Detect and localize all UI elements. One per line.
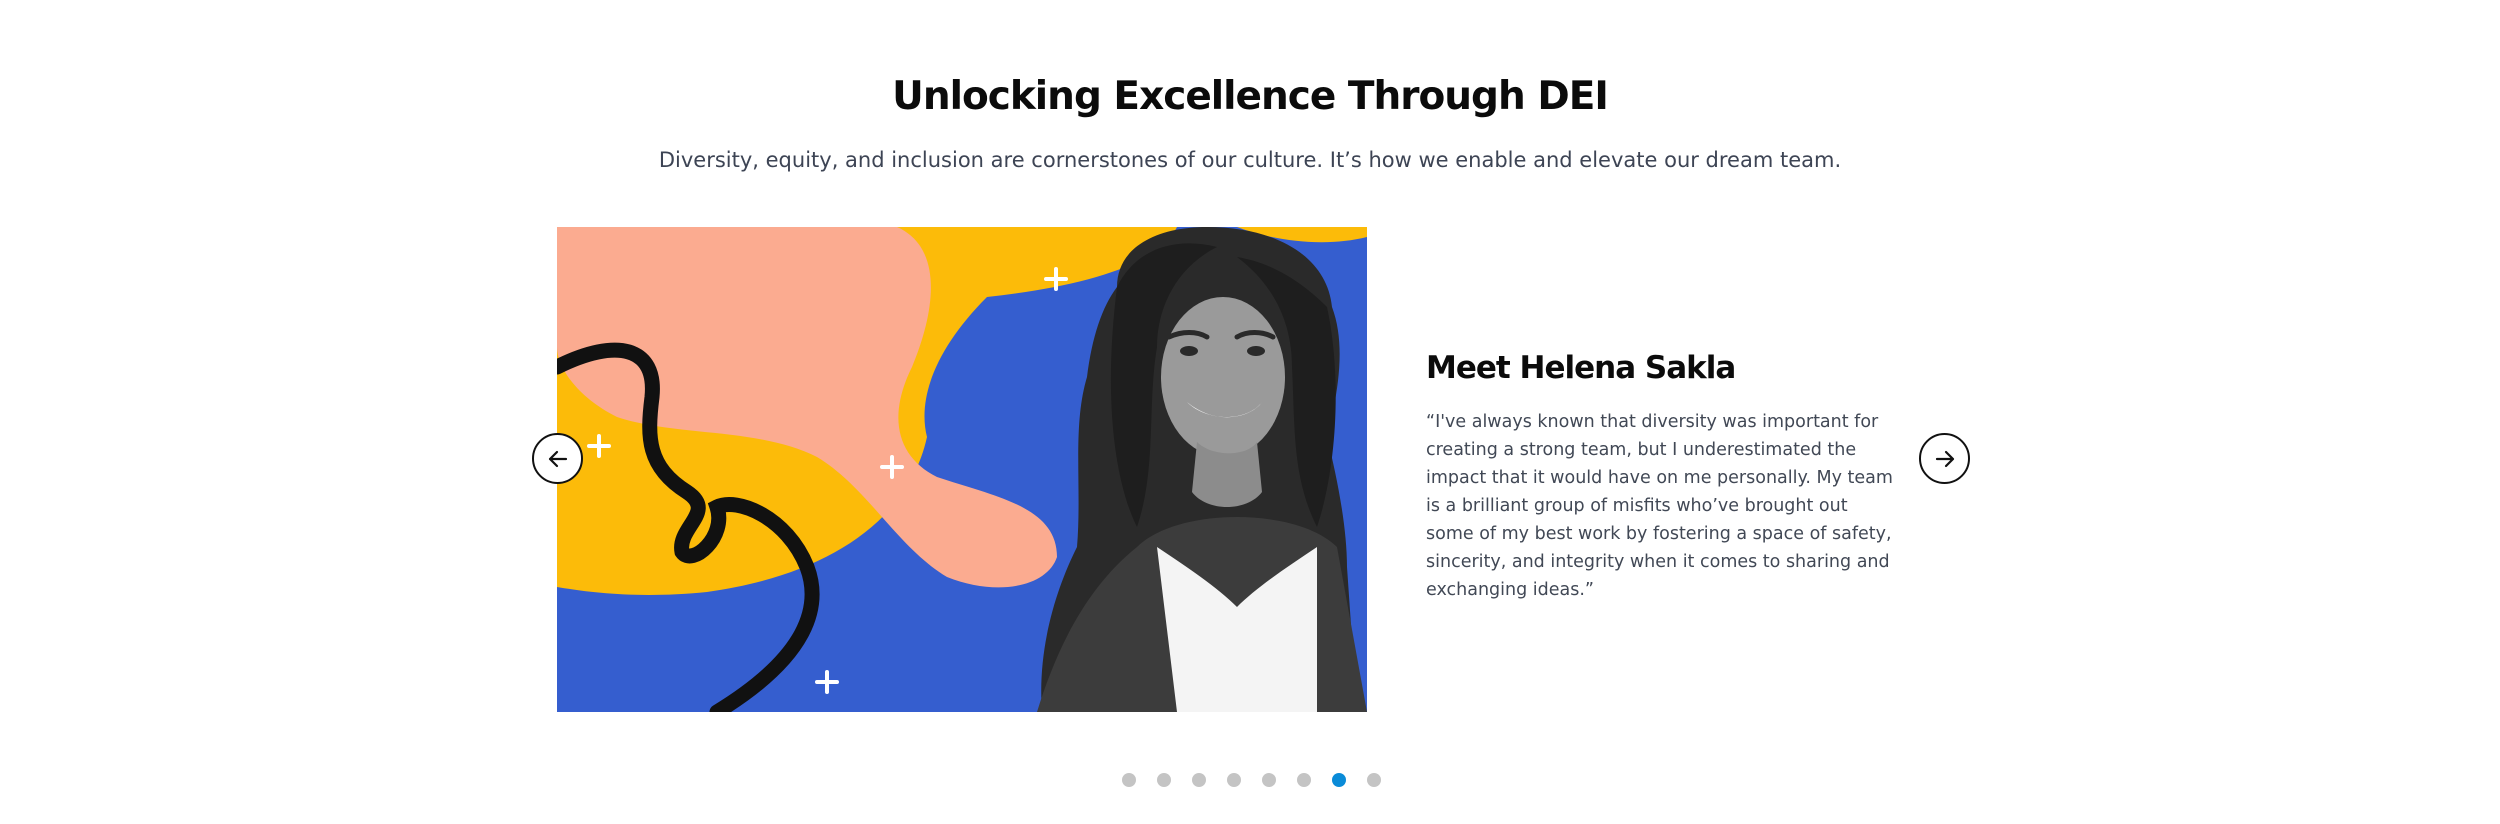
next-slide-button[interactable] xyxy=(1919,433,1970,484)
carousel-dot-5[interactable] xyxy=(1262,773,1276,787)
previous-slide-button[interactable] xyxy=(532,433,583,484)
carousel-dot-6[interactable] xyxy=(1297,773,1311,787)
carousel-pagination xyxy=(1122,773,1381,787)
carousel-dot-2[interactable] xyxy=(1157,773,1171,787)
carousel-dot-1[interactable] xyxy=(1122,773,1136,787)
carousel-dot-8[interactable] xyxy=(1367,773,1381,787)
section-title: Unlocking Excellence Through DEI xyxy=(892,74,1609,119)
section-subtitle: Diversity, equity, and inclusion are cor… xyxy=(658,148,1842,172)
carousel-dot-4[interactable] xyxy=(1227,773,1241,787)
arrow-right-icon xyxy=(1935,450,1954,467)
arrow-left-icon xyxy=(548,450,567,467)
carousel-dot-3[interactable] xyxy=(1192,773,1206,787)
slide-photo xyxy=(557,227,1367,712)
carousel-dot-7[interactable] xyxy=(1332,773,1346,787)
testimonial-name: Meet Helena Sakla xyxy=(1426,350,1736,386)
testimonial-quote: “I've always known that diversity was im… xyxy=(1426,412,1893,600)
